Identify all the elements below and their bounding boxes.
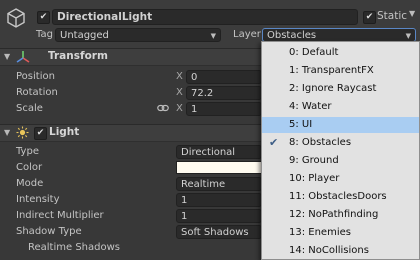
static-dropdown-arrow-icon[interactable]: ▼ xyxy=(409,9,415,18)
light-foldout-icon[interactable]: ▼ xyxy=(4,128,10,137)
intensity-label: Intensity xyxy=(16,194,60,205)
position-label: Position xyxy=(16,71,55,82)
color-label: Color xyxy=(16,162,43,173)
shadow-type-dropdown[interactable]: Soft Shadows xyxy=(176,225,262,239)
rotation-x-field[interactable]: 72.2 xyxy=(186,86,262,100)
shadow-type-label: Shadow Type xyxy=(16,226,82,237)
layer-option-ui[interactable]: 5: UI xyxy=(262,117,419,133)
transform-foldout-icon[interactable]: ▼ xyxy=(4,52,10,61)
mode-dropdown[interactable]: Realtime xyxy=(176,177,262,191)
transform-axes-icon xyxy=(16,51,30,63)
tag-dropdown[interactable]: Untagged ▼ xyxy=(55,28,221,42)
type-label: Type xyxy=(16,146,39,157)
layer-option-obstacles-label: 8: Obstacles xyxy=(289,137,352,148)
indirect-multiplier-field[interactable]: 1 xyxy=(176,209,262,223)
layer-option-ground[interactable]: 9: Ground xyxy=(262,153,419,169)
intensity-field[interactable]: 1 xyxy=(176,193,262,207)
layer-option-nopathfinding[interactable]: 12: NoPathfinding xyxy=(262,207,419,223)
layer-label: Layer xyxy=(233,29,261,40)
scale-x-axis-label: X xyxy=(176,103,183,114)
position-x-axis-label: X xyxy=(176,71,183,82)
layer-dropdown-menu: 0: Default 1: TransparentFX 2: Ignore Ra… xyxy=(261,41,420,260)
layer-value: Obstacles xyxy=(267,30,317,41)
rotation-x-axis-label: X xyxy=(176,87,183,98)
type-dropdown[interactable]: Directional xyxy=(176,145,262,159)
light-enabled-checkbox[interactable]: ✔ xyxy=(34,127,47,140)
layer-option-nocollisions[interactable]: 14: NoCollisions xyxy=(262,243,419,259)
layer-dropdown[interactable]: Obstacles ▼ xyxy=(262,28,416,42)
indirect-multiplier-label: Indirect Multiplier xyxy=(16,210,104,221)
static-checkbox[interactable]: ✔ xyxy=(363,11,376,24)
layer-option-default[interactable]: 0: Default xyxy=(262,45,419,61)
tag-dropdown-arrow-icon: ▼ xyxy=(210,32,216,40)
layer-option-water[interactable]: 4: Water xyxy=(262,99,419,115)
light-sun-icon xyxy=(16,126,29,139)
active-checkbox[interactable]: ✔ xyxy=(37,11,50,24)
layer-option-enemies[interactable]: 13: Enemies xyxy=(262,225,419,241)
rotation-label: Rotation xyxy=(16,87,58,98)
static-label: Static xyxy=(377,10,408,22)
tag-label: Tag xyxy=(36,29,53,40)
layer-option-transparentfx[interactable]: 1: TransparentFX xyxy=(262,63,419,79)
gameobject-cube-icon xyxy=(7,8,25,28)
scale-x-field[interactable]: 1 xyxy=(186,102,262,116)
layer-option-obstacles[interactable]: ✔ 8: Obstacles xyxy=(262,135,419,151)
layer-option-obstaclesdoors[interactable]: 11: ObstaclesDoors xyxy=(262,189,419,205)
checkmark-icon: ✔ xyxy=(269,136,279,149)
mode-label: Mode xyxy=(16,178,44,189)
realtime-shadows-label: Realtime Shadows xyxy=(28,242,120,253)
light-title: Light xyxy=(49,126,80,138)
link-icon[interactable] xyxy=(157,103,169,113)
layer-option-player[interactable]: 10: Player xyxy=(262,171,419,187)
scale-label: Scale xyxy=(16,103,43,114)
transform-title: Transform xyxy=(48,50,108,62)
layer-option-ignore-raycast[interactable]: 2: Ignore Raycast xyxy=(262,81,419,97)
position-x-field[interactable]: 0 xyxy=(186,70,262,84)
object-name-field[interactable]: DirectionalLight xyxy=(52,9,358,25)
color-swatch[interactable] xyxy=(176,161,262,174)
tag-value: Untagged xyxy=(60,30,109,41)
